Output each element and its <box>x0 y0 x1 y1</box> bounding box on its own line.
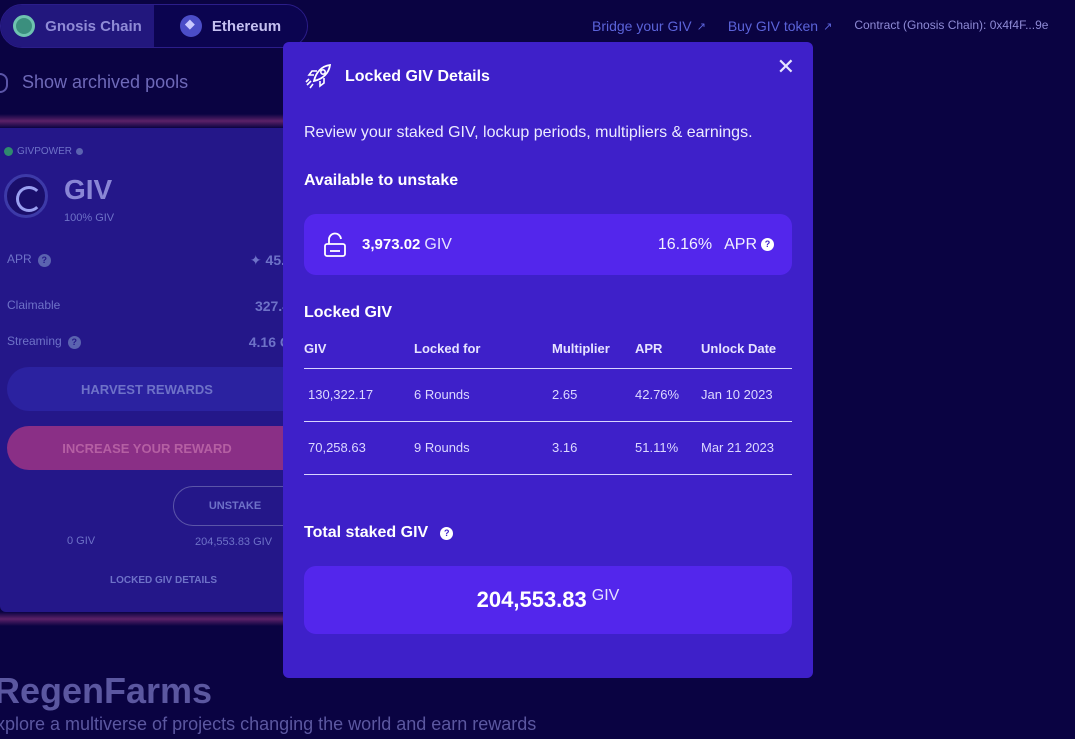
locked-giv-details-modal: Locked GIV Details ✕ Review your staked … <box>283 42 813 678</box>
claimable-label: Claimable <box>7 298 61 312</box>
tab-ethereum[interactable]: Ethereum <box>154 5 307 47</box>
available-to-unstake-box: 3,973.02 GIV 16.16% APR ? <box>304 214 792 275</box>
available-unit: GIV <box>424 235 452 253</box>
cell-locked-for: 9 Rounds <box>414 421 552 475</box>
bridge-giv-link[interactable]: Bridge your GIV ↗ <box>592 18 706 34</box>
pool-apr-row: APR? ✦ 45. <box>7 252 297 269</box>
col-multiplier: Multiplier <box>552 330 635 369</box>
archived-label: Show archived pools <box>22 72 189 92</box>
giv-logo-icon <box>4 174 48 218</box>
pool-title: GIV <box>64 174 113 205</box>
stakable-amount: 0 GIV <box>67 535 96 547</box>
info-icon <box>76 148 84 155</box>
locked-giv-details-link[interactable]: LOCKED GIV DETAILS <box>110 575 217 586</box>
pool-glow-bottom <box>0 612 300 626</box>
pool-tag: GIVPOWER <box>4 146 84 157</box>
cell-apr: 51.11% <box>635 421 701 475</box>
increase-reward-button[interactable]: INCREASE YOUR REWARD <box>7 426 327 470</box>
show-archived-pools[interactable]: Show archived pools <box>0 72 188 93</box>
pool-tag-label: GIVPOWER <box>17 146 73 157</box>
tab-ethereum-label: Ethereum <box>211 17 282 35</box>
streaming-label: Streaming? <box>7 334 81 350</box>
gnosis-icon <box>13 15 36 37</box>
external-link-icon: ↗ <box>823 20 833 33</box>
table-header-row: GIV Locked for Multiplier APR Unlock Dat… <box>304 330 792 369</box>
staked-amount: 204,553.83 GIV <box>195 536 273 548</box>
total-staked-heading: Total staked GIV ? <box>304 524 454 542</box>
col-unlock-date: Unlock Date <box>701 330 792 369</box>
help-icon[interactable]: ? <box>440 526 454 540</box>
help-icon[interactable]: ? <box>67 336 81 349</box>
total-staked-unit: GIV <box>591 587 620 604</box>
harvest-rewards-button[interactable]: HARVEST REWARDS <box>7 367 327 411</box>
total-staked-label: Total staked GIV <box>304 524 429 541</box>
col-giv: GIV <box>304 330 414 369</box>
tab-gnosis-label: Gnosis Chain <box>45 17 142 35</box>
giv-pool-card: GIVPOWER GIV 100% GIV APR? ✦ 45. Claimab… <box>0 128 327 612</box>
contract-address[interactable]: Contract (Gnosis Chain): 0x4f4F...9e <box>854 18 1048 34</box>
cell-locked-for: 6 Rounds <box>414 368 552 422</box>
available-apr-value: 16.16% <box>657 235 713 253</box>
apr-value: ✦ 45. <box>249 252 285 268</box>
col-locked-for: Locked for <box>414 330 552 369</box>
bridge-giv-label: Bridge your GIV <box>592 18 692 34</box>
pool-subtitle: 100% GIV <box>64 212 115 224</box>
table-row: 70,258.63 9 Rounds 3.16 51.11% Mar 21 20… <box>304 421 792 475</box>
apr-label: APR ? <box>724 236 774 254</box>
chain-switch: Gnosis Chain Ethereum <box>0 4 308 48</box>
modal-title: Locked GIV Details <box>345 67 490 85</box>
cell-multiplier: 3.16 <box>552 421 635 475</box>
apr-label-text: APR <box>724 235 757 253</box>
unlock-icon <box>324 232 346 257</box>
cell-giv: 130,322.17 <box>304 368 414 422</box>
archived-toggle[interactable] <box>0 72 8 93</box>
cell-unlock-date: Mar 21 2023 <box>701 421 792 475</box>
cell-giv: 70,258.63 <box>304 421 414 475</box>
pool-glow-top <box>0 114 300 128</box>
external-link-icon: ↗ <box>696 20 706 33</box>
pool-claimable-row: Claimable 327.4 <box>7 298 297 314</box>
locked-giv-heading: Locked GIV <box>304 304 393 321</box>
pool-streaming-row: Streaming? 4.16 GIV <box>7 334 304 350</box>
tab-gnosis-chain[interactable]: Gnosis Chain <box>1 5 154 47</box>
help-icon[interactable]: ? <box>761 238 774 251</box>
help-icon[interactable]: ? <box>37 254 51 267</box>
locked-giv-table: GIV Locked for Multiplier APR Unlock Dat… <box>304 330 792 475</box>
total-staked-amount: 204,553.83 <box>476 587 587 612</box>
available-amount: 3,973.02 <box>362 236 421 253</box>
modal-header: Locked GIV Details <box>304 62 490 91</box>
available-to-unstake-heading: Available to unstake <box>304 172 459 189</box>
ethereum-icon <box>179 15 202 37</box>
cell-multiplier: 2.65 <box>552 368 635 422</box>
cell-unlock-date: Jan 10 2023 <box>701 368 792 422</box>
total-staked-box: 204,553.83 GIV <box>304 566 792 634</box>
cell-apr: 42.76% <box>635 368 701 422</box>
table-row: 130,322.17 6 Rounds 2.65 42.76% Jan 10 2… <box>304 368 792 422</box>
modal-description: Review your staked GIV, lockup periods, … <box>304 124 753 141</box>
givpower-icon <box>4 147 13 156</box>
rocket-icon <box>305 63 332 89</box>
buy-giv-link[interactable]: Buy GIV token ↗ <box>728 18 833 34</box>
top-links: Bridge your GIV ↗ Buy GIV token ↗ Contra… <box>592 18 1048 34</box>
regenfarms-title: RegenFarms <box>0 670 213 711</box>
available-apr: 16.16% APR ? <box>658 236 774 254</box>
buy-giv-label: Buy GIV token <box>727 18 819 34</box>
col-apr: APR <box>635 330 701 369</box>
close-icon[interactable]: ✕ <box>777 56 795 78</box>
apr-label: APR? <box>7 252 51 269</box>
regenfarms-subtitle: xplore a multiverse of projects changing… <box>0 714 537 734</box>
